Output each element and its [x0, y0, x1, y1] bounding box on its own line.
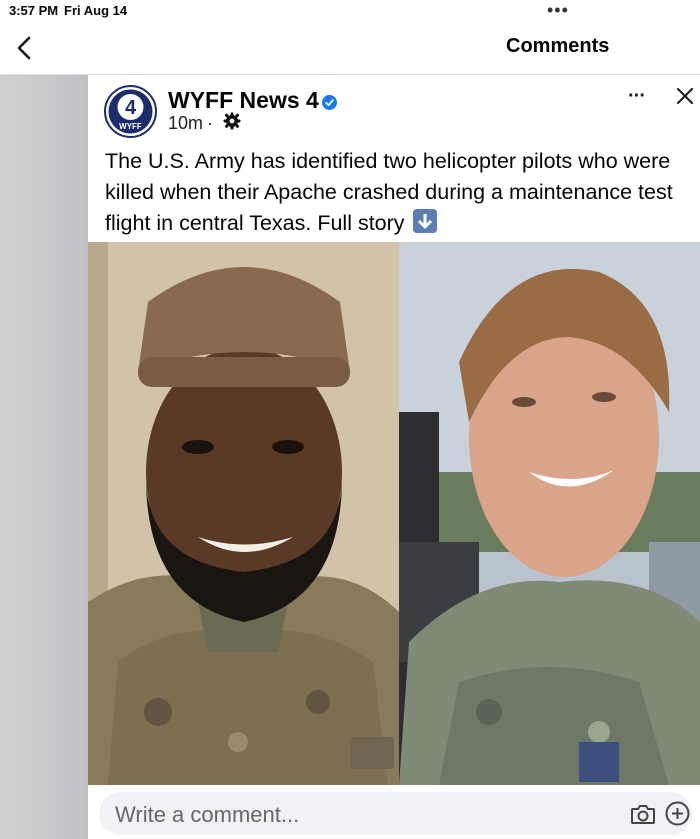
soldier-portrait-right — [399, 242, 700, 785]
post-card: 4 WYFF WYFF News 4 10m · ··· The U.S. Ar… — [88, 75, 700, 839]
meta-separator: · — [207, 113, 214, 133]
post-body: The U.S. Army has identified two helicop… — [105, 149, 673, 235]
close-button[interactable] — [674, 85, 696, 107]
back-button[interactable] — [12, 34, 38, 62]
soldier-portrait-left — [88, 242, 399, 785]
page-title: Comments — [506, 35, 610, 57]
verified-badge-icon — [322, 95, 337, 110]
avatar[interactable]: 4 WYFF — [104, 85, 157, 138]
post-meta: 10m · — [168, 113, 213, 134]
post-time[interactable]: 10m — [168, 113, 203, 133]
avatar-subtext: WYFF — [119, 122, 142, 131]
comment-input[interactable]: Write a comment... — [99, 792, 692, 835]
gear-icon[interactable] — [222, 111, 242, 131]
comment-bar: Write a comment... — [88, 785, 700, 839]
background-content — [0, 75, 88, 839]
close-icon — [676, 87, 694, 105]
chevron-left-icon — [17, 36, 31, 60]
post-photo-left[interactable] — [88, 242, 399, 785]
page-name[interactable]: WYFF News 4 — [168, 87, 319, 114]
post-photo-right[interactable] — [399, 242, 700, 785]
more-options-button[interactable]: ··· — [628, 85, 646, 108]
nav-bar: Comments — [0, 24, 700, 75]
status-date: Fri Aug 14 — [64, 3, 128, 18]
avatar-number: 4 — [125, 97, 137, 119]
status-bar: 3:57 PM Fri Aug 14 ••• — [0, 0, 700, 24]
wyff-logo-icon: 4 WYFF — [108, 89, 153, 134]
plus-icon[interactable] — [665, 801, 690, 826]
camera-icon[interactable] — [630, 802, 656, 826]
status-time: 3:57 PM — [9, 3, 59, 18]
post-text: The U.S. Army has identified two helicop… — [105, 146, 690, 239]
down-arrow-icon — [412, 209, 437, 233]
comment-placeholder: Write a comment... — [115, 802, 300, 827]
multitasking-dots-icon[interactable]: ••• — [547, 0, 569, 21]
